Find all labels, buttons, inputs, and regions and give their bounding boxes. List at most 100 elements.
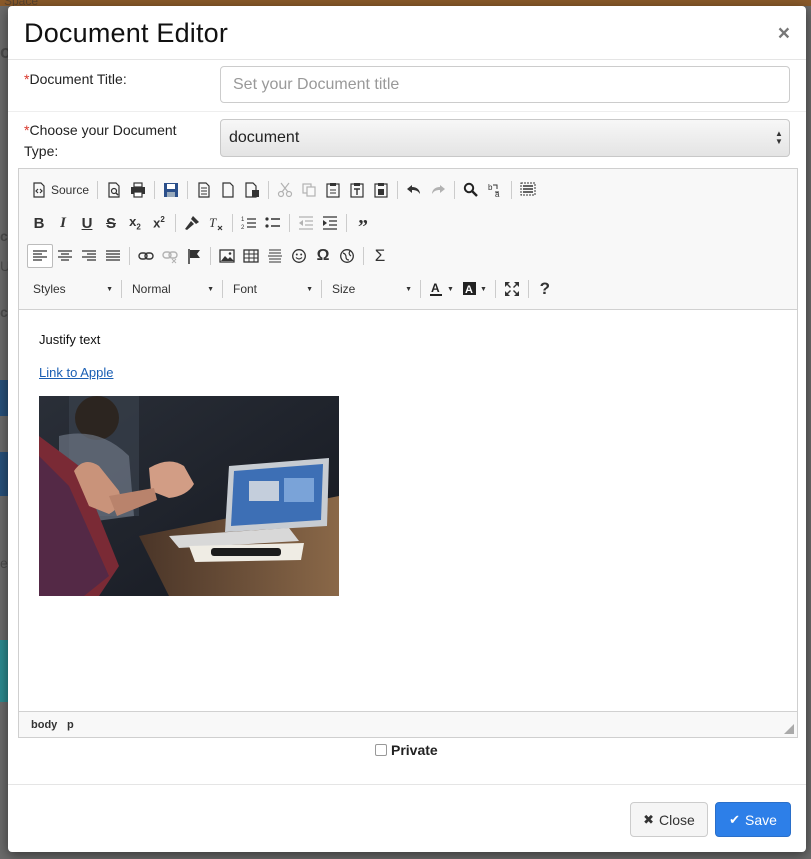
element-path-body[interactable]: body [31,719,57,731]
iframe-button[interactable] [335,244,359,268]
justify-button[interactable] [101,244,125,268]
bold-button[interactable]: B [27,211,51,235]
horizontal-line-button[interactable] [263,244,287,268]
copy-button[interactable] [297,178,321,202]
blank-page-button[interactable] [216,178,240,202]
paste-word-button[interactable] [369,178,393,202]
underline-button[interactable]: U [75,211,99,235]
format-combo[interactable]: Normal ▼ [126,278,218,300]
font-combo[interactable]: Font ▼ [227,278,317,300]
chevron-down-icon: ▼ [306,285,313,293]
copy-formatting-button[interactable] [180,211,204,235]
bulleted-list-button[interactable] [261,211,285,235]
maximize-button[interactable] [500,277,524,301]
smiley-button[interactable] [287,244,311,268]
background-strip [0,452,8,496]
save-document-button[interactable] [159,178,183,202]
align-center-icon [58,250,72,261]
toolbar-separator [511,181,513,199]
save-button-label: Save [744,811,777,828]
chevron-down-icon: ▼ [207,285,214,293]
select-all-button[interactable] [516,178,540,202]
redo-button[interactable] [426,178,450,202]
maximize-icon [504,282,519,296]
unlink-button[interactable] [158,244,182,268]
styles-combo[interactable]: Styles ▼ [27,278,117,300]
background-strip [0,380,8,416]
close-button[interactable]: ✖ Close [630,802,708,837]
copy-icon [302,183,316,197]
toolbar-separator [175,214,176,232]
source-button[interactable]: Source [27,178,93,202]
table-button[interactable] [239,244,263,268]
document-title-input[interactable] [220,66,790,103]
modal-footer: ✖ Close ✔ Save [8,784,806,852]
special-char-button[interactable]: Ω [311,244,335,268]
math-button[interactable]: Σ [368,244,392,268]
print-button[interactable] [126,178,150,202]
content-image[interactable] [39,396,339,596]
numbered-list-button[interactable]: 12 [237,211,261,235]
align-right-button[interactable] [77,244,101,268]
anchor-button[interactable] [182,244,206,268]
remove-format-button[interactable]: T [204,211,228,235]
strikethrough-button[interactable]: S [99,211,123,235]
replace-button[interactable]: ba [483,178,507,202]
toolbar-row-2: B I U S x2 x2 T 12 ” [27,210,375,238]
select-arrows-icon: ▲ ▼ [775,129,783,146]
element-path-p[interactable]: p [67,719,74,731]
align-left-button[interactable] [27,244,53,268]
new-page-button[interactable] [192,178,216,202]
text-color-button[interactable]: A ▼ [425,277,458,301]
toolbar-row-4: Styles ▼ Normal ▼ Font ▼ Size ▼ A ▼ A ▼ … [27,276,557,302]
font-combo-label: Font [233,282,258,296]
private-checkbox[interactable] [375,744,387,756]
undo-button[interactable] [402,178,426,202]
help-button[interactable]: ? [533,277,557,301]
content-link[interactable]: Link to Apple [39,365,113,380]
content-paragraph[interactable]: Justify text [39,332,100,347]
toolbar-separator [454,181,456,199]
resize-grip-icon[interactable] [784,724,794,734]
indent-icon [323,216,337,230]
document-type-select[interactable]: document ▲ ▼ [220,119,790,157]
justify-icon [106,250,120,261]
link-icon [138,252,154,260]
editor-content-area[interactable]: Justify text Link to Apple [19,310,797,711]
image-button[interactable] [215,244,239,268]
outdent-icon [299,216,313,230]
paste-text-button[interactable] [345,178,369,202]
templates-button[interactable] [240,178,264,202]
editor-statusbar: body p [19,711,797,737]
preview-button[interactable] [102,178,126,202]
align-left-icon [33,250,47,261]
blockquote-button[interactable]: ” [351,211,375,238]
blockquote-icon: ” [358,215,368,238]
svg-text:1: 1 [241,217,245,223]
outdent-button[interactable] [294,211,318,235]
find-button[interactable] [459,178,483,202]
indent-button[interactable] [318,211,342,235]
link-button[interactable] [134,244,158,268]
background-color-button[interactable]: A ▼ [458,277,491,301]
save-button[interactable]: ✔ Save [715,802,791,837]
title-label: *Document Title: [24,69,127,90]
toolbar-separator [121,280,122,298]
close-icon: ✖ [643,811,655,827]
toolbar-row-3: Ω Σ [27,243,392,269]
size-combo[interactable]: Size ▼ [326,278,416,300]
modal-close-button[interactable]: × [778,23,790,44]
newpage-icon [198,182,210,198]
subscript-button[interactable]: x2 [123,211,147,235]
underline-icon: U [81,214,93,232]
paste-button[interactable] [321,178,345,202]
italic-button[interactable]: I [51,211,75,235]
numbered-list-icon: 12 [241,217,256,231]
copy-format-icon [185,216,199,230]
rich-text-editor: Source b a B I U S x2 x2 T 1 2 ” Ω Σ Sty… [18,168,798,738]
align-center-button[interactable] [53,244,77,268]
cut-button[interactable] [273,178,297,202]
private-checkbox-row[interactable]: Private [375,742,438,758]
superscript-button[interactable]: x2 [147,211,171,235]
templates-icon [245,182,260,198]
